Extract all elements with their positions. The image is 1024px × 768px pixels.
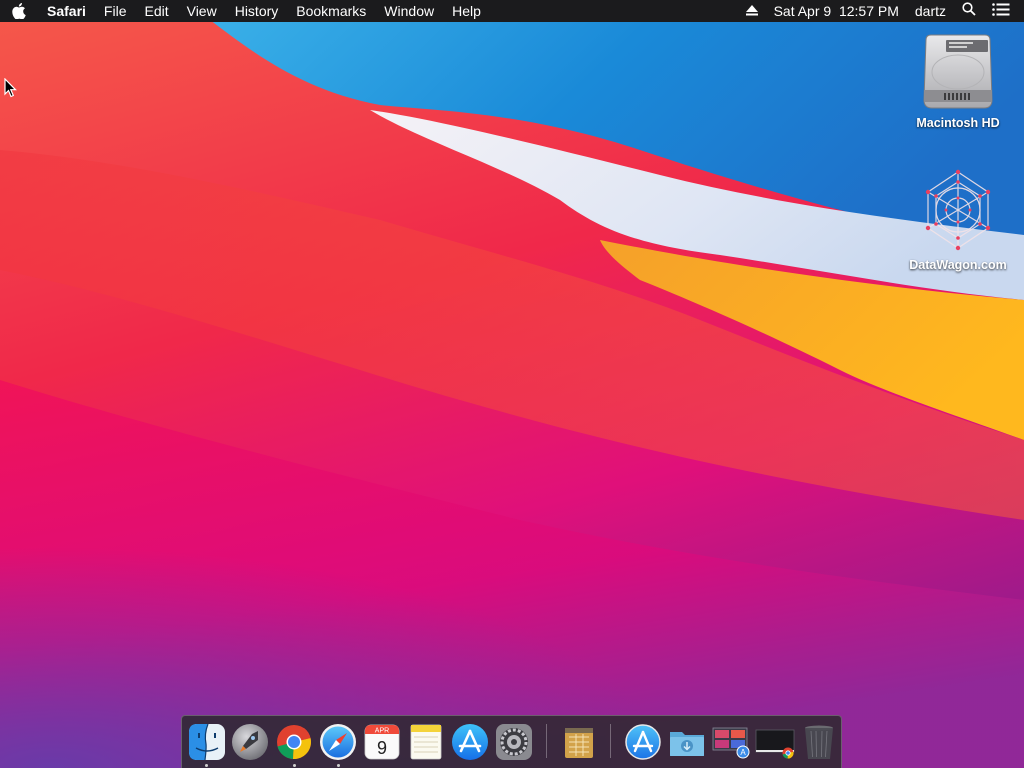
apple-icon xyxy=(12,3,26,19)
dock-separator xyxy=(546,724,547,758)
menu-view[interactable]: View xyxy=(178,0,226,22)
menu-help[interactable]: Help xyxy=(443,0,490,22)
clock[interactable]: Sat Apr 9 12:57 PM xyxy=(766,0,907,22)
control-center-button[interactable] xyxy=(984,0,1024,22)
mouse-cursor-icon xyxy=(4,78,17,98)
spotlight-button[interactable] xyxy=(954,0,984,22)
wallpaper xyxy=(0,0,1024,768)
svg-text:A: A xyxy=(740,748,746,757)
dock-separator xyxy=(610,724,611,758)
app-store-icon xyxy=(452,724,488,760)
eject-menu[interactable] xyxy=(738,0,766,22)
desktop-icon-macintosh-hd[interactable]: Macintosh HD xyxy=(903,32,1013,130)
hard-drive-icon xyxy=(923,34,993,109)
archive-utility-icon xyxy=(565,728,593,758)
chrome-window-stack-icon xyxy=(755,729,795,759)
running-indicator xyxy=(337,764,340,767)
desktop-icon-label: DataWagon.com xyxy=(909,258,1007,272)
downloads-folder-icon xyxy=(670,732,704,756)
applications-folder-icon xyxy=(625,724,661,760)
dock-screenshots-stack[interactable]: A xyxy=(711,722,751,762)
menu-bookmarks[interactable]: Bookmarks xyxy=(287,0,375,22)
menu-window[interactable]: Window xyxy=(375,0,443,22)
dock-applications-folder[interactable] xyxy=(623,722,663,762)
dock-trash[interactable] xyxy=(799,722,839,762)
datawagon-logo-icon xyxy=(925,169,991,251)
user-menu[interactable]: dartz xyxy=(907,0,954,22)
launchpad-icon xyxy=(232,724,268,760)
dock-safari[interactable] xyxy=(318,722,358,762)
dock-calendar[interactable]: APR 9 xyxy=(362,722,402,762)
menu-file[interactable]: File xyxy=(95,0,136,22)
desktop-icon-datawagon[interactable]: DataWagon.com xyxy=(903,168,1013,272)
desktop-icon-label: Macintosh HD xyxy=(916,116,1000,130)
dock-downloads-folder[interactable] xyxy=(667,722,707,762)
trash-icon xyxy=(805,725,833,759)
menu-extras: Sat Apr 9 12:57 PM dartz xyxy=(738,0,1024,22)
dock-notes[interactable] xyxy=(406,722,446,762)
calendar-month: APR xyxy=(375,728,389,735)
safari-icon xyxy=(320,724,356,760)
menu-app-safari[interactable]: Safari xyxy=(38,0,95,22)
menu-history[interactable]: History xyxy=(226,0,288,22)
finder-icon xyxy=(189,723,225,761)
chrome-icon xyxy=(277,725,311,760)
screenshots-stack-icon: A xyxy=(712,727,750,759)
dock-launchpad[interactable] xyxy=(230,722,270,762)
notes-icon xyxy=(410,724,442,760)
system-preferences-icon xyxy=(496,724,532,760)
dock: APR 9 A xyxy=(181,715,842,768)
running-indicator xyxy=(293,764,296,767)
running-indicator xyxy=(205,764,208,767)
calendar-day: 9 xyxy=(377,738,387,758)
control-center-list-icon xyxy=(992,3,1010,16)
dock-chrome[interactable] xyxy=(274,722,314,762)
menu-edit[interactable]: Edit xyxy=(135,0,177,22)
apple-menu[interactable] xyxy=(0,0,38,22)
calendar-icon: APR 9 xyxy=(364,724,400,760)
dock-chrome-window-stack[interactable] xyxy=(755,722,795,762)
eject-icon xyxy=(745,5,758,16)
menu-bar: Safari File Edit View History Bookmarks … xyxy=(0,0,1024,22)
dock-app-store[interactable] xyxy=(450,722,490,762)
dock-finder[interactable] xyxy=(187,722,227,762)
desktop: Safari File Edit View History Bookmarks … xyxy=(0,0,1024,768)
dock-system-preferences[interactable] xyxy=(494,722,534,762)
dock-archive-utility[interactable] xyxy=(559,722,599,762)
spotlight-search-icon xyxy=(962,2,976,16)
